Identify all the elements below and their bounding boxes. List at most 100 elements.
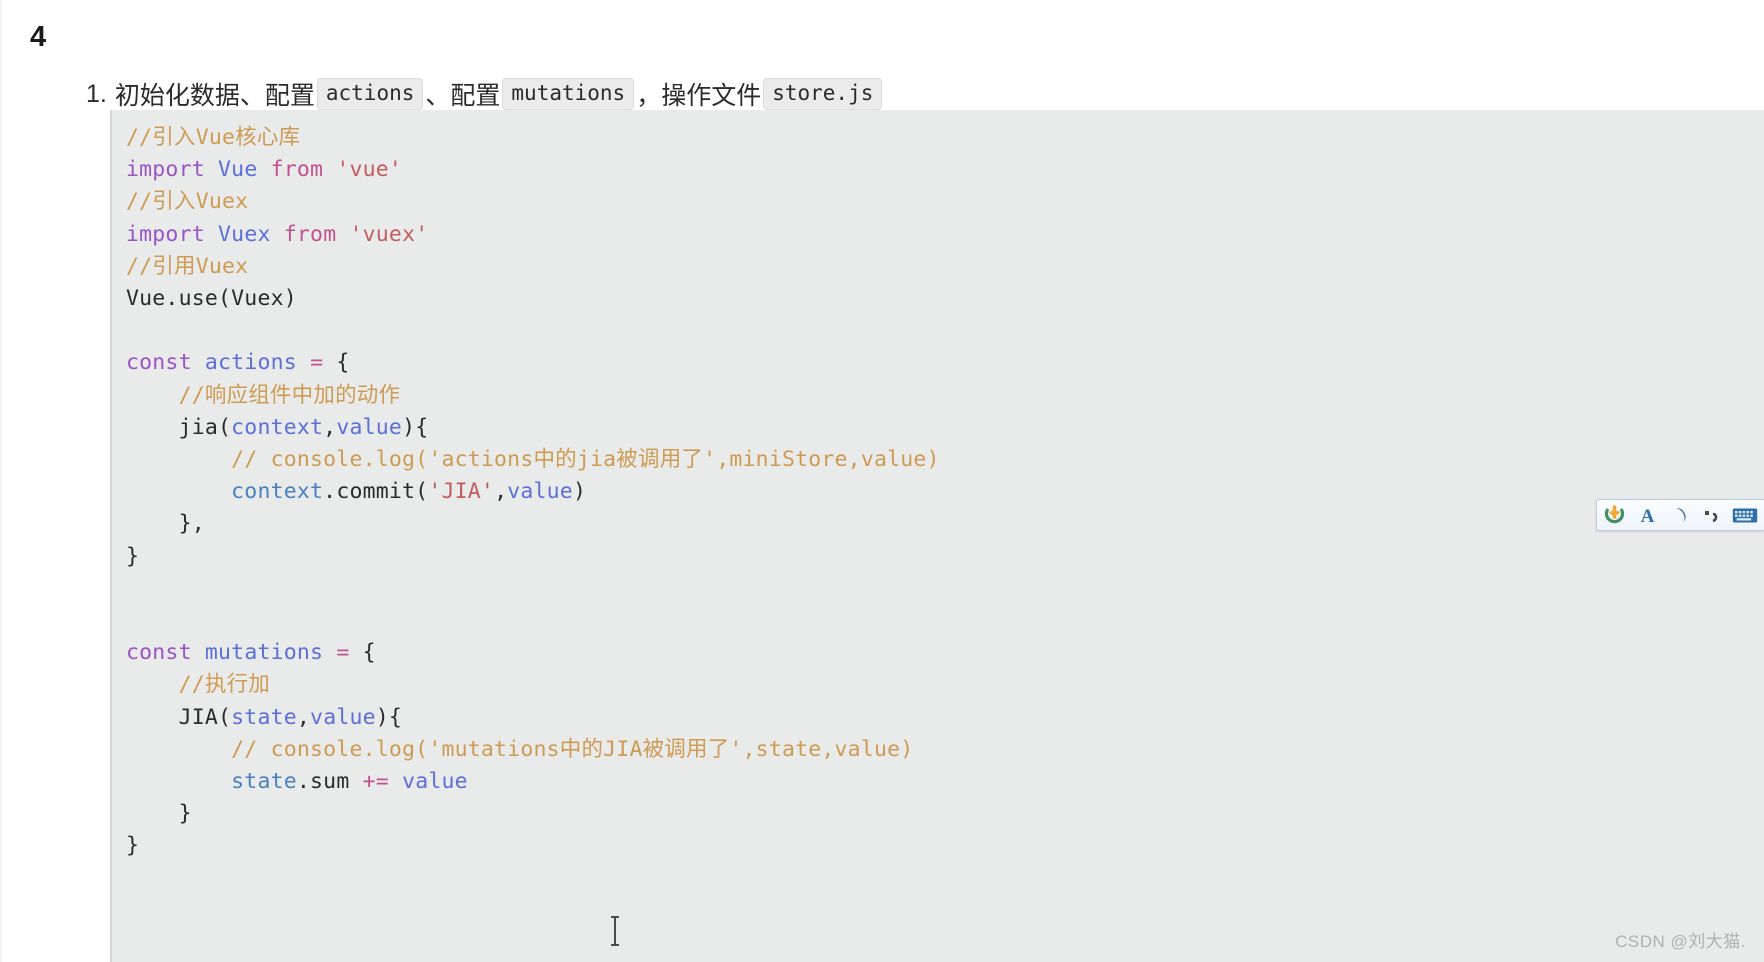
code-token: context <box>231 414 324 440</box>
code-token: Vue <box>218 157 258 183</box>
code-token: JIA( <box>126 704 232 730</box>
code-token: mutations <box>204 640 324 666</box>
inline-code-actions: actions <box>316 78 424 110</box>
code-token: //引入Vuex <box>126 189 249 215</box>
code-token: , <box>494 479 508 505</box>
code-token: state <box>231 769 297 795</box>
code-token: value <box>402 769 468 795</box>
code-token: actions <box>204 350 297 376</box>
code-token: .sum <box>296 769 363 795</box>
code-token: } <box>126 833 140 859</box>
ime-floating-toolbar[interactable]: A <box>1596 499 1764 531</box>
code-token: //执行加 <box>126 672 270 698</box>
code-block-content[interactable]: //引入Vue核心库 import Vue from 'vue' //引入Vue… <box>126 122 1764 863</box>
code-line: //引入Vuex <box>126 189 248 214</box>
code-token: ){ <box>402 414 429 440</box>
code-token: Vuex <box>218 221 271 247</box>
list-item-text-segment-1: 初始化数据、配置 <box>114 82 315 110</box>
code-token: const <box>126 350 192 376</box>
list-item-text-segment-3: ，操作文件 <box>636 82 762 110</box>
code-token: } <box>126 543 140 569</box>
code-token: = <box>310 350 324 376</box>
code-line: //引入Vue核心库 <box>126 125 300 150</box>
code-token: // console.log('actions中的jia被调用了',miniSt… <box>126 447 940 473</box>
code-line: context.commit('JIA',value) <box>126 479 586 504</box>
code-token: ) <box>572 479 587 505</box>
code-token: = <box>336 640 350 666</box>
csdn-watermark: CSDN @刘大猫. <box>1615 932 1746 951</box>
code-token: import <box>126 221 205 247</box>
code-line: // console.log('mutations中的JIA被调用了',stat… <box>126 737 913 762</box>
code-line: import Vuex from 'vuex' <box>126 222 428 247</box>
code-line: // console.log('actions中的jia被调用了',miniSt… <box>126 447 940 472</box>
code-token: += <box>362 769 389 795</box>
code-token: import <box>126 157 205 183</box>
code-block[interactable]: //引入Vue核心库 import Vue from 'vue' //引入Vue… <box>110 110 1764 962</box>
code-token: context <box>231 479 324 505</box>
code-token: ){ <box>375 704 403 730</box>
code-token: value <box>507 479 573 505</box>
input-mode-letter-icon[interactable]: A <box>1638 504 1657 526</box>
code-line: //执行加 <box>126 672 270 697</box>
i-beam-text-cursor <box>608 916 622 946</box>
code-token: const <box>126 640 192 666</box>
svg-text:A: A <box>1641 506 1655 526</box>
code-token: }, <box>126 511 205 537</box>
code-token: //引入Vue核心库 <box>126 125 301 150</box>
list-item-text-segment-2: 、配置 <box>425 82 501 110</box>
inline-code-mutations: mutations <box>502 78 635 110</box>
code-token: Vue.use(Vuex) <box>126 286 297 312</box>
code-line: Vue.use(Vuex) <box>126 286 297 311</box>
code-token: { <box>323 350 350 376</box>
code-line: } <box>126 833 139 858</box>
code-token: //响应组件中加的动作 <box>126 382 401 408</box>
code-line: state.sum += value <box>126 769 468 794</box>
code-token: state <box>231 704 297 730</box>
code-line: const mutations = { <box>126 640 376 665</box>
code-line: //引用Vuex <box>126 254 248 279</box>
code-token: value <box>310 704 376 730</box>
code-line: import Vue from 'vue' <box>126 157 402 182</box>
ordered-list-item: 1. 初始化数据、配置 actions 、配置 mutations ，操作文件 … <box>86 76 884 112</box>
code-token: .commit( <box>323 479 429 505</box>
code-token: from <box>270 157 324 183</box>
code-line: }, <box>126 511 205 536</box>
sogou-logo-icon[interactable] <box>1604 504 1625 526</box>
code-token: // console.log('mutations中的JIA被调用了',stat… <box>126 736 914 762</box>
code-line: //响应组件中加的动作 <box>126 383 400 408</box>
code-token: { <box>349 640 376 666</box>
moon-icon[interactable] <box>1670 504 1689 526</box>
code-token: 'vuex' <box>349 221 429 247</box>
code-line: JIA(state,value){ <box>126 705 402 730</box>
page-left-edge <box>0 0 2 962</box>
code-token: , <box>323 414 337 440</box>
section-heading: 4 <box>30 21 47 54</box>
document-page: 4 1. 初始化数据、配置 actions 、配置 mutations ，操作文… <box>0 0 1764 962</box>
inline-code-store-js: store.js <box>763 78 883 110</box>
code-token: 'JIA' <box>428 479 495 505</box>
punctuation-icon[interactable] <box>1702 504 1719 526</box>
code-token: from <box>283 221 337 247</box>
code-token: jia( <box>126 414 232 440</box>
code-token: 'vue' <box>336 157 403 183</box>
code-line: const actions = { <box>126 350 350 375</box>
code-token: , <box>296 704 311 730</box>
soft-keyboard-icon[interactable] <box>1732 504 1758 526</box>
code-token: } <box>126 801 192 827</box>
code-line: } <box>126 544 139 569</box>
code-token: value <box>336 414 403 440</box>
list-item-marker: 1. <box>86 79 107 108</box>
code-token: //引用Vuex <box>126 253 249 279</box>
